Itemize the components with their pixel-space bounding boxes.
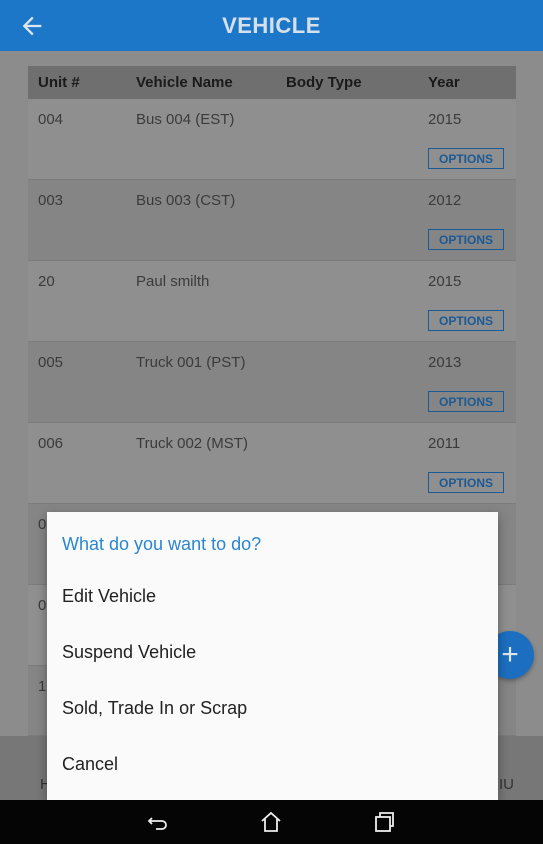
cell-year: 2013 bbox=[428, 354, 462, 371]
edit-vehicle-option[interactable]: Edit Vehicle bbox=[62, 586, 156, 607]
cell-year: 2015 bbox=[428, 273, 462, 290]
cell-name: Truck 001 (PST) bbox=[136, 354, 246, 371]
app-bar: VEHICLE bbox=[0, 0, 543, 51]
suspend-vehicle-option[interactable]: Suspend Vehicle bbox=[62, 642, 196, 663]
back-icon[interactable] bbox=[146, 810, 170, 834]
arrow-left-icon[interactable] bbox=[18, 12, 46, 40]
table-row[interactable]: 006 Truck 002 (MST) 2011 OPTIONS bbox=[28, 423, 516, 504]
column-header-name: Vehicle Name bbox=[136, 74, 233, 91]
options-button[interactable]: OPTIONS bbox=[428, 229, 504, 250]
table-row[interactable]: 004 Bus 004 (EST) 2015 OPTIONS bbox=[28, 99, 516, 180]
cell-year: 2011 bbox=[428, 435, 461, 452]
dialog-title: What do you want to do? bbox=[62, 534, 262, 554]
column-header-unit: Unit # bbox=[38, 74, 80, 91]
column-header-year: Year bbox=[428, 74, 460, 91]
options-button[interactable]: OPTIONS bbox=[428, 472, 504, 493]
options-button[interactable]: OPTIONS bbox=[428, 310, 504, 331]
cell-year: 2015 bbox=[428, 111, 462, 128]
cell-year: 2012 bbox=[428, 192, 462, 209]
sold-trade-scrap-option[interactable]: Sold, Trade In or Scrap bbox=[62, 698, 247, 719]
page-title: VEHICLE bbox=[222, 12, 321, 38]
cell-unit: 003 bbox=[38, 192, 64, 209]
cancel-option[interactable]: Cancel bbox=[62, 754, 118, 775]
table-row[interactable]: 003 Bus 003 (CST) 2012 OPTIONS bbox=[28, 180, 516, 261]
system-navigation-bar bbox=[0, 800, 543, 844]
cell-unit: 1 bbox=[38, 678, 47, 695]
action-dialog: What do you want to do? Edit Vehicle Sus… bbox=[47, 512, 498, 800]
cell-name: Paul smilth bbox=[136, 273, 210, 290]
cell-unit: 20 bbox=[38, 273, 55, 290]
cell-name: Bus 004 (EST) bbox=[136, 111, 235, 128]
column-header-body: Body Type bbox=[286, 74, 362, 91]
table-row[interactable]: 005 Truck 001 (PST) 2013 OPTIONS bbox=[28, 342, 516, 423]
cell-name: Bus 003 (CST) bbox=[136, 192, 236, 209]
options-button[interactable]: OPTIONS bbox=[428, 391, 504, 412]
table-row[interactable]: 20 Paul smilth 2015 OPTIONS bbox=[28, 261, 516, 342]
plus-icon: + bbox=[501, 638, 519, 671]
bottom-nav-menu-label[interactable]: IU bbox=[499, 776, 514, 793]
cell-name: Truck 002 (MST) bbox=[136, 435, 248, 452]
cell-unit: 004 bbox=[38, 111, 64, 128]
cell-unit: 0 bbox=[38, 597, 47, 614]
cell-unit: 0 bbox=[38, 516, 47, 533]
cell-unit: 005 bbox=[38, 354, 64, 371]
recents-icon[interactable] bbox=[372, 810, 396, 834]
cell-unit: 006 bbox=[38, 435, 64, 452]
options-button[interactable]: OPTIONS bbox=[428, 148, 504, 169]
table-header: Unit # Vehicle Name Body Type Year bbox=[28, 66, 516, 99]
home-icon[interactable] bbox=[259, 810, 283, 834]
